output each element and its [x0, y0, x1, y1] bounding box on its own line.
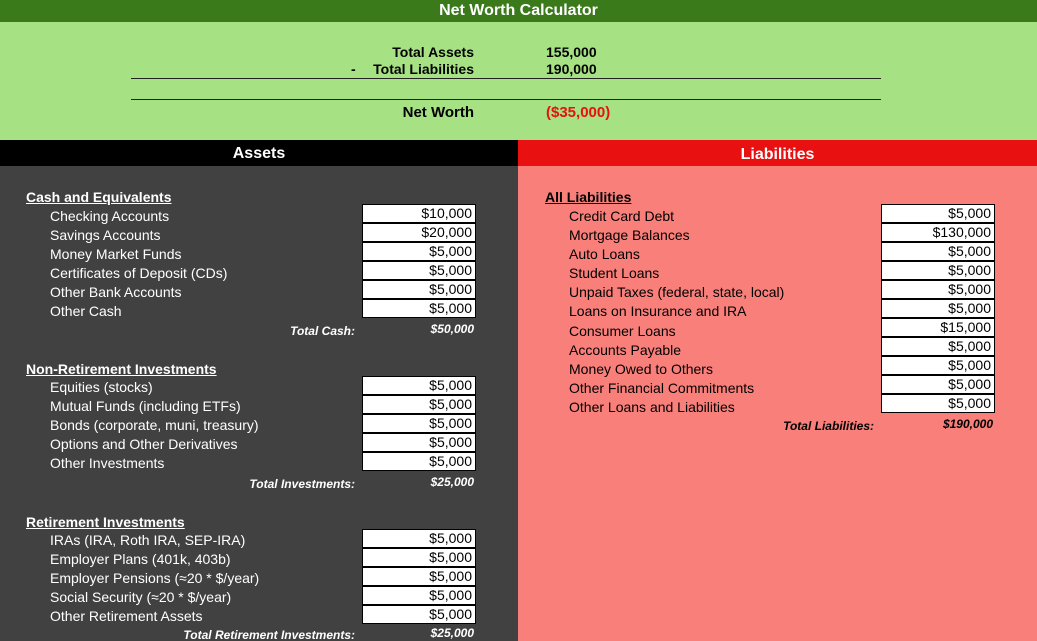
investment-row-label: Other Investments [50, 455, 165, 471]
cash-row-label: Money Market Funds [50, 246, 182, 262]
liability-row-label: Auto Loans [569, 246, 640, 262]
investment-value-cell[interactable]: $5,000 [362, 376, 476, 395]
cash-value-cell[interactable]: $5,000 [362, 242, 476, 261]
retirement-value-cell[interactable]: $5,000 [362, 586, 476, 605]
total-cash-label: Total Cash: [290, 324, 355, 338]
investment-value-cell[interactable]: $5,000 [362, 433, 476, 452]
investment-row-label: Options and Other Derivatives [50, 436, 238, 452]
total-liabilities-row-label: Total Liabilities: [783, 419, 874, 433]
total-liabilities-value[interactable]: 190,000 [546, 61, 597, 77]
liability-row-label: Mortgage Balances [569, 227, 690, 243]
cash-value-cell[interactable]: $5,000 [362, 261, 476, 280]
liability-row-label: Credit Card Debt [569, 208, 675, 224]
total-investments-value: $25,000 [430, 475, 474, 489]
investments-section-title: Non-Retirement Investments [26, 361, 217, 377]
investment-row-label: Equities (stocks) [50, 379, 153, 395]
cash-row-label: Checking Accounts [50, 208, 170, 224]
total-retirement-label: Total Retirement Investments: [183, 628, 355, 641]
liabilities-section-title: All Liabilities [545, 189, 632, 205]
investment-row-label: Bonds (corporate, muni, treasury) [50, 417, 259, 433]
total-liabilities-row-value: $190,000 [942, 417, 993, 431]
total-investments-label: Total Investments: [249, 477, 355, 491]
net-worth-value[interactable]: ($35,000) [546, 104, 610, 121]
assets-panel: Cash and Equivalents Checking Accounts S… [0, 166, 518, 641]
cash-row-label: Other Bank Accounts [50, 284, 182, 300]
liability-value-cell[interactable]: $5,000 [881, 299, 995, 318]
liability-row-label: Other Loans and Liabilities [569, 399, 735, 415]
liability-value-cell[interactable]: $5,000 [881, 280, 995, 299]
total-cash-value: $50,000 [430, 322, 474, 336]
liability-row-label: Unpaid Taxes (federal, state, local) [569, 284, 785, 300]
liability-row-label: Other Financial Commitments [569, 380, 755, 396]
retirement-row-label: Employer Pensions (≈20 * $/year) [50, 570, 260, 586]
total-retirement-value: $25,000 [430, 626, 474, 640]
net-worth-label: Net Worth [402, 104, 474, 121]
liability-value-cell[interactable]: $5,000 [881, 242, 995, 261]
liability-row-label: Accounts Payable [569, 342, 682, 358]
retirement-value-cell[interactable]: $5,000 [362, 567, 476, 586]
cash-value-cell[interactable]: $10,000 [362, 204, 476, 223]
investment-value-cell[interactable]: $5,000 [362, 395, 476, 414]
liability-row-label: Student Loans [569, 265, 660, 281]
liability-value-cell[interactable]: $5,000 [881, 375, 995, 394]
retirement-value-cell[interactable]: $5,000 [362, 548, 476, 567]
liability-value-cell[interactable]: $5,000 [881, 356, 995, 375]
investment-value-cell[interactable]: $5,000 [362, 414, 476, 433]
cash-value-cell[interactable]: $5,000 [362, 299, 476, 318]
liability-value-cell[interactable]: $5,000 [881, 261, 995, 280]
summary-panel: Total Assets 155,000 - Total Liabilities… [0, 22, 1037, 140]
investment-row-label: Mutual Funds (including ETFs) [50, 398, 241, 414]
assets-header: Assets [0, 140, 518, 166]
liability-value-cell[interactable]: $5,000 [881, 394, 995, 413]
retirement-row-label: IRAs (IRA, Roth IRA, SEP-IRA) [50, 532, 246, 548]
cash-row-label: Other Cash [50, 303, 122, 319]
retirement-section-title: Retirement Investments [26, 514, 185, 530]
total-assets-label: Total Assets [392, 44, 474, 60]
cash-section-title: Cash and Equivalents [26, 189, 172, 205]
investment-value-cell[interactable]: $5,000 [362, 452, 476, 471]
liability-row-label: Money Owed to Others [569, 361, 713, 377]
liability-value-cell[interactable]: $130,000 [881, 223, 995, 242]
liabilities-header: Liabilities [518, 140, 1037, 166]
divider-line [131, 99, 881, 100]
retirement-row-label: Other Retirement Assets [50, 608, 203, 624]
divider-line [131, 78, 881, 79]
cash-value-cell[interactable]: $20,000 [362, 223, 476, 242]
liability-value-cell[interactable]: $5,000 [881, 337, 995, 356]
cash-value-cell[interactable]: $5,000 [362, 280, 476, 299]
retirement-row-label: Social Security (≈20 * $/year) [50, 589, 232, 605]
retirement-row-label: Employer Plans (401k, 403b) [50, 551, 231, 567]
retirement-value-cell[interactable]: $5,000 [362, 529, 476, 548]
liability-value-cell[interactable]: $15,000 [881, 318, 995, 337]
total-assets-value[interactable]: 155,000 [546, 44, 597, 60]
retirement-value-cell[interactable]: $5,000 [362, 605, 476, 624]
liabilities-panel: All Liabilities Credit Card Debt Mortgag… [518, 166, 1037, 641]
cash-row-label: Savings Accounts [50, 227, 161, 243]
liability-row-label: Consumer Loans [569, 323, 676, 339]
cash-row-label: Certificates of Deposit (CDs) [50, 265, 228, 281]
liability-row-label: Loans on Insurance and IRA [569, 303, 747, 319]
liability-value-cell[interactable]: $5,000 [881, 204, 995, 223]
page-title: Net Worth Calculator [0, 0, 1037, 22]
total-liabilities-label: Total Liabilities [373, 61, 474, 77]
